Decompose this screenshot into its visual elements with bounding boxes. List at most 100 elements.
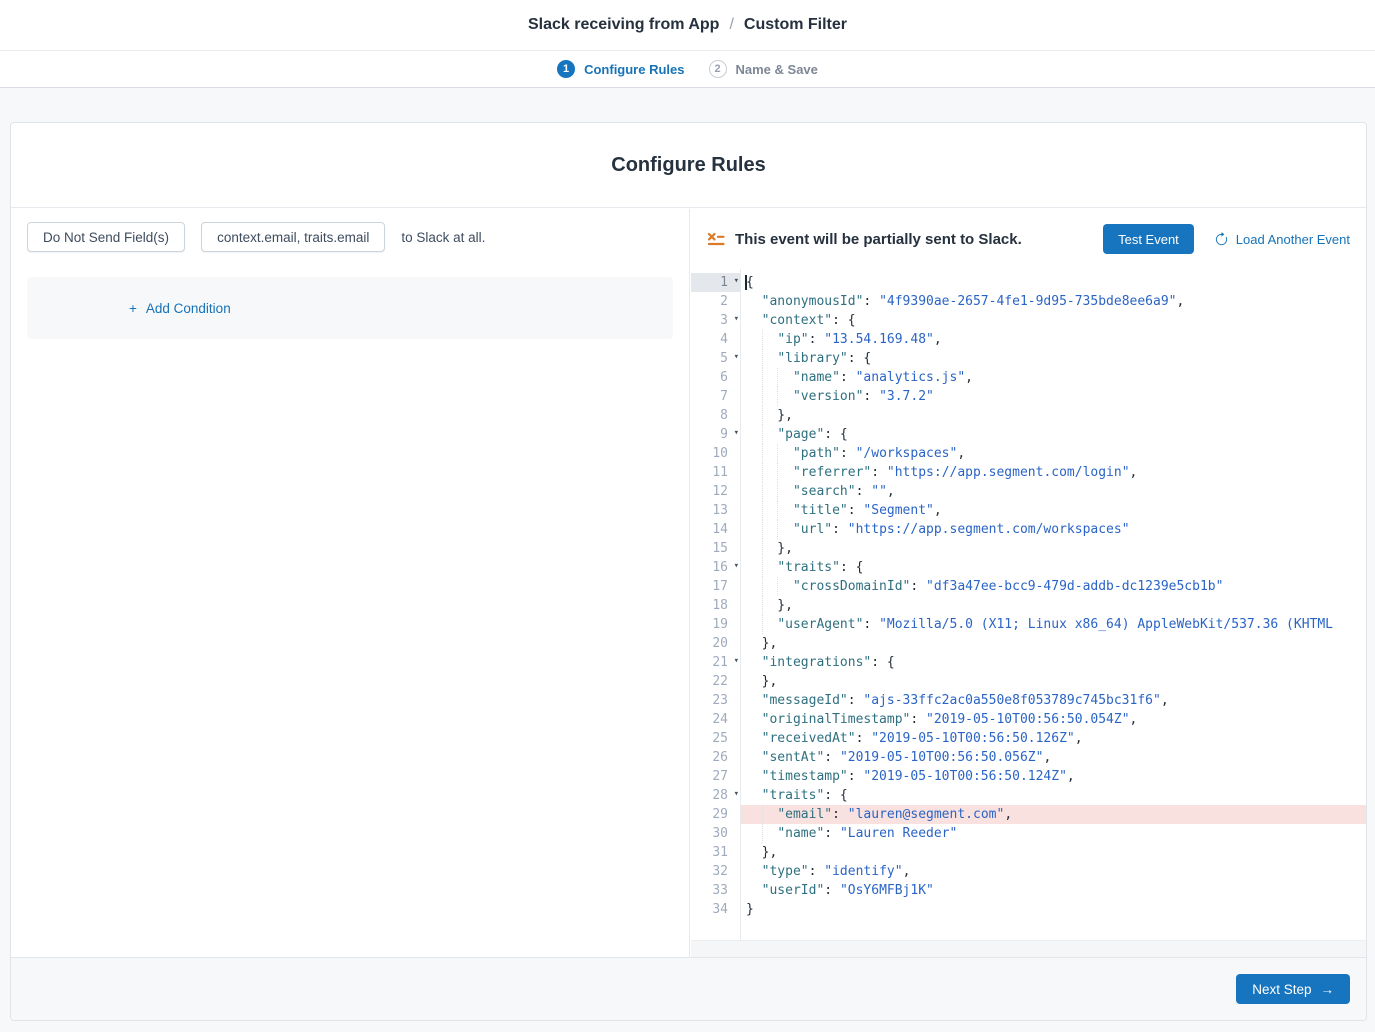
code-token: : bbox=[910, 579, 926, 594]
code-line-content: } bbox=[741, 900, 1366, 919]
line-number: 10 bbox=[691, 444, 741, 463]
code-line[interactable]: 18 }, bbox=[691, 596, 1366, 615]
code-line[interactable]: 24 "originalTimestamp": "2019-05-10T00:5… bbox=[691, 710, 1366, 729]
code-line[interactable]: 19 "userAgent": "Mozilla/5.0 (X11; Linux… bbox=[691, 615, 1366, 634]
card-title-row: Configure Rules bbox=[11, 123, 1366, 208]
code-line[interactable]: 15 }, bbox=[691, 539, 1366, 558]
add-condition-button[interactable]: + Add Condition bbox=[129, 301, 231, 316]
load-another-event-button[interactable]: Load Another Event bbox=[1214, 232, 1350, 247]
fold-arrow-icon[interactable]: ▾ bbox=[734, 310, 739, 329]
fold-arrow-icon[interactable]: ▾ bbox=[734, 652, 739, 671]
code-line[interactable]: 16▾ "traits": { bbox=[691, 558, 1366, 577]
code-token: : { bbox=[832, 313, 855, 328]
code-line[interactable]: 20 }, bbox=[691, 634, 1366, 653]
code-line[interactable]: 34} bbox=[691, 900, 1366, 919]
code-token: "Mozilla/5.0 (X11; Linux x86_64) AppleWe… bbox=[879, 617, 1333, 632]
code-line-content: "traits": { bbox=[741, 558, 1366, 577]
indent-guide bbox=[762, 558, 763, 577]
code-line[interactable]: 33 "userId": "OsY6MFBj1K" bbox=[691, 881, 1366, 900]
code-token: "https://app.segment.com/workspaces" bbox=[848, 522, 1130, 537]
fold-arrow-icon[interactable]: ▾ bbox=[734, 272, 739, 291]
json-editor[interactable]: 1▾{2 "anonymousId": "4f9390ae-2657-4fe1-… bbox=[691, 269, 1366, 940]
code-token: , bbox=[934, 332, 942, 347]
code-line[interactable]: 9▾ "page": { bbox=[691, 425, 1366, 444]
code-line[interactable]: 14 "url": "https://app.segment.com/works… bbox=[691, 520, 1366, 539]
code-line-content: "type": "identify", bbox=[741, 862, 1366, 881]
code-line-content: "anonymousId": "4f9390ae-2657-4fe1-9d95-… bbox=[741, 292, 1366, 311]
indent-guide bbox=[762, 425, 763, 444]
breadcrumb-separator: / bbox=[729, 16, 733, 34]
indent-guide bbox=[762, 501, 763, 520]
code-line[interactable]: 7 "version": "3.7.2" bbox=[691, 387, 1366, 406]
code-line[interactable]: 8 }, bbox=[691, 406, 1366, 425]
code-line[interactable]: 31 }, bbox=[691, 843, 1366, 862]
code-line[interactable]: 12 "search": "", bbox=[691, 482, 1366, 501]
code-line[interactable]: 26 "sentAt": "2019-05-10T00:56:50.056Z", bbox=[691, 748, 1366, 767]
code-token: "type" bbox=[762, 864, 809, 879]
code-token bbox=[746, 503, 793, 518]
code-line-content: "integrations": { bbox=[741, 653, 1366, 672]
line-number: 23 bbox=[691, 691, 741, 710]
line-number: 16▾ bbox=[691, 558, 741, 577]
code-token: : bbox=[824, 883, 840, 898]
next-step-button[interactable]: Next Step → bbox=[1236, 974, 1350, 1004]
code-line[interactable]: 2 "anonymousId": "4f9390ae-2657-4fe1-9d9… bbox=[691, 292, 1366, 311]
code-line[interactable]: 4 "ip": "13.54.169.48", bbox=[691, 330, 1366, 349]
code-line[interactable]: 32 "type": "identify", bbox=[691, 862, 1366, 881]
code-token bbox=[746, 712, 762, 727]
line-number: 8 bbox=[691, 406, 741, 425]
code-token bbox=[746, 313, 762, 328]
code-line-content: "referrer": "https://app.segment.com/log… bbox=[741, 463, 1366, 482]
indent-guide bbox=[762, 596, 763, 615]
code-line[interactable]: 1▾{ bbox=[691, 273, 1366, 292]
test-event-button[interactable]: Test Event bbox=[1103, 224, 1194, 254]
code-token: , bbox=[903, 864, 911, 879]
code-line[interactable]: 21▾ "integrations": { bbox=[691, 653, 1366, 672]
code-line[interactable]: 17 "crossDomainId": "df3a47ee-bcc9-479d-… bbox=[691, 577, 1366, 596]
code-token: "crossDomainId" bbox=[793, 579, 910, 594]
code-token: "2019-05-10T00:56:50.056Z" bbox=[840, 750, 1044, 765]
filter-fields-button[interactable]: context.email, traits.email bbox=[201, 222, 385, 252]
code-line[interactable]: 22 }, bbox=[691, 672, 1366, 691]
indent-guide bbox=[762, 520, 763, 539]
step-name-and-save[interactable]: 2 Name & Save bbox=[709, 60, 818, 78]
code-token bbox=[746, 446, 793, 461]
code-line[interactable]: 13 "title": "Segment", bbox=[691, 501, 1366, 520]
code-line[interactable]: 10 "path": "/workspaces", bbox=[691, 444, 1366, 463]
breadcrumb-parent[interactable]: Slack receiving from App bbox=[528, 16, 719, 34]
code-line[interactable]: 3▾ "context": { bbox=[691, 311, 1366, 330]
filter-action-button[interactable]: Do Not Send Field(s) bbox=[27, 222, 185, 252]
code-line-content: "sentAt": "2019-05-10T00:56:50.056Z", bbox=[741, 748, 1366, 767]
header-actions: Test Event Load Another Event bbox=[1103, 224, 1350, 254]
line-number: 34 bbox=[691, 900, 741, 919]
line-number: 2 bbox=[691, 292, 741, 311]
code-line[interactable]: 29 "email": "lauren@segment.com", bbox=[691, 805, 1366, 824]
code-token: : { bbox=[848, 351, 871, 366]
code-line-content: "name": "Lauren Reeder" bbox=[741, 824, 1366, 843]
fold-arrow-icon[interactable]: ▾ bbox=[734, 424, 739, 443]
code-line[interactable]: 30 "name": "Lauren Reeder" bbox=[691, 824, 1366, 843]
code-token: "/workspaces" bbox=[856, 446, 958, 461]
code-token: "page" bbox=[777, 427, 824, 442]
code-line[interactable]: 11 "referrer": "https://app.segment.com/… bbox=[691, 463, 1366, 482]
code-line-content: "search": "", bbox=[741, 482, 1366, 501]
code-line[interactable]: 23 "messageId": "ajs-33ffc2ac0a550e8f053… bbox=[691, 691, 1366, 710]
step-1-circle: 1 bbox=[557, 60, 575, 78]
code-token bbox=[746, 370, 793, 385]
line-number: 15 bbox=[691, 539, 741, 558]
fold-arrow-icon[interactable]: ▾ bbox=[734, 557, 739, 576]
code-token bbox=[746, 522, 793, 537]
code-line[interactable]: 25 "receivedAt": "2019-05-10T00:56:50.12… bbox=[691, 729, 1366, 748]
step-configure-rules[interactable]: 1 Configure Rules bbox=[557, 60, 684, 78]
code-token: "title" bbox=[793, 503, 848, 518]
editor-hscrollbar[interactable] bbox=[691, 940, 1366, 957]
code-line[interactable]: 6 "name": "analytics.js", bbox=[691, 368, 1366, 387]
line-number: 33 bbox=[691, 881, 741, 900]
code-line[interactable]: 27 "timestamp": "2019-05-10T00:56:50.124… bbox=[691, 767, 1366, 786]
line-number: 32 bbox=[691, 862, 741, 881]
fold-arrow-icon[interactable]: ▾ bbox=[734, 348, 739, 367]
fold-arrow-icon[interactable]: ▾ bbox=[734, 785, 739, 804]
code-line[interactable]: 5▾ "library": { bbox=[691, 349, 1366, 368]
code-line[interactable]: 28▾ "traits": { bbox=[691, 786, 1366, 805]
code-line-content: "timestamp": "2019-05-10T00:56:50.124Z", bbox=[741, 767, 1366, 786]
